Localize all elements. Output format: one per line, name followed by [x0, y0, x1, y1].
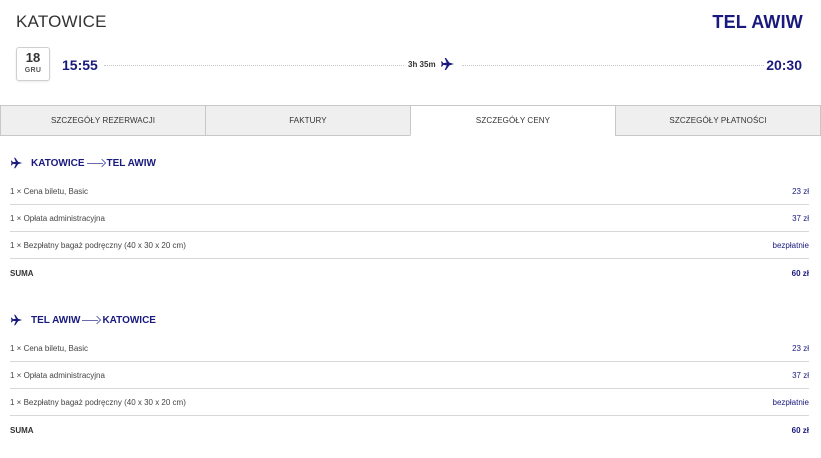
price-row: 1 × Opłata administracyjna 37 zł	[10, 362, 809, 389]
arrival-time: 20:30	[766, 57, 802, 73]
price-label: 1 × Bezpłatny bagaż podręczny (40 x 30 x…	[10, 240, 186, 250]
price-label: 1 × Opłata administracyjna	[10, 213, 105, 223]
total-amount: 60 zł	[791, 269, 809, 278]
date-month: GRU	[24, 67, 42, 74]
price-amount: 23 zł	[792, 343, 809, 353]
route-from: KATOWICE	[31, 157, 85, 169]
date-badge: 18 GRU	[16, 47, 50, 81]
tab-invoices[interactable]: FAKTURY	[205, 105, 410, 136]
arrow-right-icon	[86, 159, 105, 167]
price-amount: 23 zł	[792, 186, 809, 196]
route-to: TEL AWIW	[106, 157, 156, 169]
total-label: SUMA	[10, 269, 34, 278]
price-row: 1 × Bezpłatny bagaż podręczny (40 x 30 x…	[10, 389, 809, 416]
date-day: 18	[25, 50, 41, 65]
section-title: TEL AWIW KATOWICE	[10, 312, 156, 328]
section-title: KATOWICE TEL AWIW	[10, 155, 156, 171]
tab-bar: SZCZEGÓŁY REZERWACJI FAKTURY SZCZEGÓŁY C…	[0, 105, 821, 136]
price-amount: bezpłatnie	[772, 397, 809, 407]
route-from: TEL AWIW	[31, 314, 81, 326]
airplane-icon	[10, 157, 23, 169]
total-label: SUMA	[10, 426, 34, 435]
price-label: 1 × Bezpłatny bagaż podręczny (40 x 30 x…	[10, 397, 186, 407]
route-to: KATOWICE	[102, 314, 156, 326]
airplane-icon	[10, 314, 23, 326]
price-row: 1 × Opłata administracyjna 37 zł	[10, 205, 809, 232]
price-row: 1 × Cena biletu, Basic 23 zł	[10, 335, 809, 362]
destination-city: TEL AWIW	[712, 12, 803, 32]
price-amount: 37 zł	[792, 370, 809, 380]
flight-header: KATOWICE TEL AWIW 18 GRU 15:55 3h 35m 20…	[0, 0, 821, 105]
flight-duration: 3h 35m	[408, 60, 436, 69]
total-amount: 60 zł	[791, 426, 809, 435]
price-label: 1 × Cena biletu, Basic	[10, 343, 89, 353]
total-row: SUMA 60 zł	[10, 260, 809, 287]
tab-booking-details[interactable]: SZCZEGÓŁY REZERWACJI	[0, 105, 205, 136]
price-label: 1 × Opłata administracyjna	[10, 370, 105, 380]
total-row: SUMA 60 zł	[10, 417, 809, 444]
departure-time: 15:55	[62, 57, 98, 73]
route-line	[104, 65, 404, 66]
arrow-right-icon	[82, 316, 100, 324]
price-amount: bezpłatnie	[772, 240, 809, 250]
route-line	[462, 65, 764, 66]
price-row: 1 × Cena biletu, Basic 23 zł	[10, 178, 809, 205]
price-row: 1 × Bezpłatny bagaż podręczny (40 x 30 x…	[10, 232, 809, 259]
price-amount: 37 zł	[792, 213, 809, 223]
airplane-icon	[441, 58, 454, 70]
origin-city: KATOWICE	[16, 12, 107, 31]
price-label: 1 × Cena biletu, Basic	[10, 186, 89, 196]
tab-payment-details[interactable]: SZCZEGÓŁY PŁATNOŚCI	[615, 105, 821, 136]
tab-price-details[interactable]: SZCZEGÓŁY CENY	[410, 105, 615, 136]
